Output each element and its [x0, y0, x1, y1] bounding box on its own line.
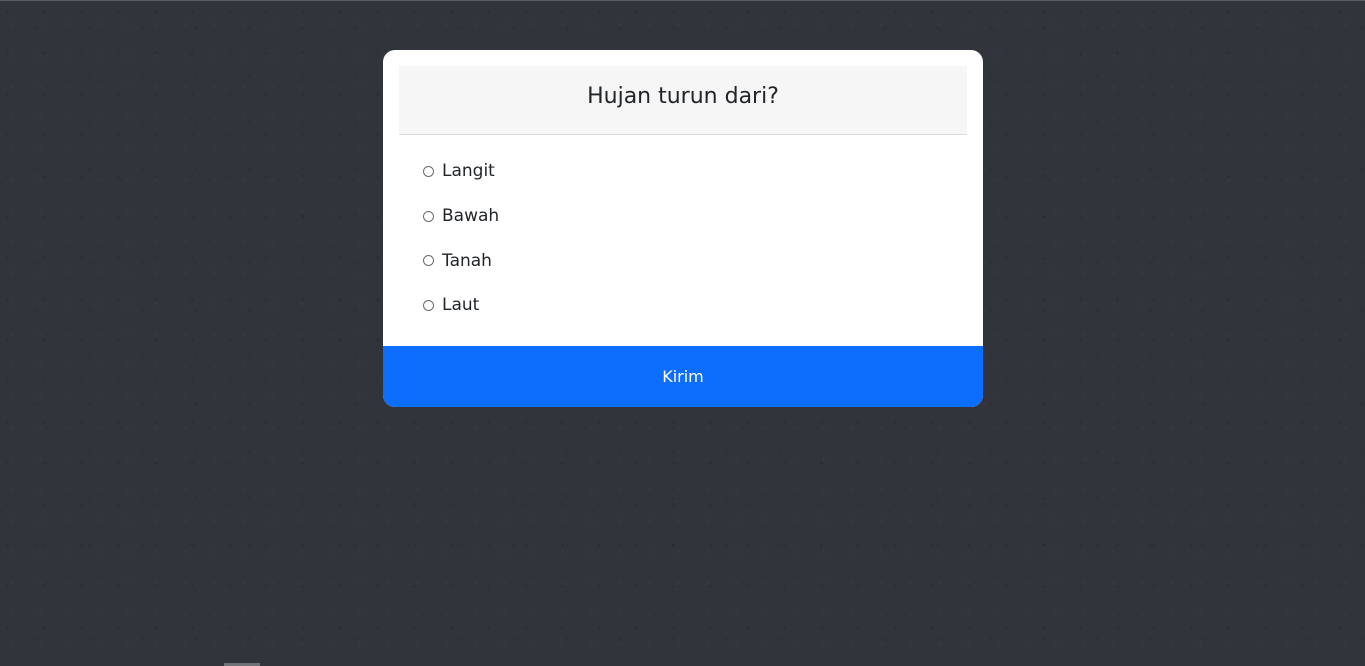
radio-button[interactable] [423, 165, 434, 177]
option-label: Langit [442, 161, 495, 182]
option-label: Laut [442, 295, 480, 316]
option-bawah[interactable]: Bawah [423, 199, 499, 244]
submit-button[interactable]: Kirim [383, 346, 983, 407]
radio-button[interactable] [423, 255, 434, 267]
question-text: Hujan turun dari? [587, 83, 779, 109]
radio-button[interactable] [423, 210, 434, 222]
question-header: Hujan turun dari? [399, 66, 967, 135]
option-label: Tanah [442, 250, 492, 271]
quiz-card: Hujan turun dari? Langit Bawah Tanah Lau… [383, 50, 983, 407]
option-laut[interactable]: Laut [423, 288, 499, 333]
option-label: Bawah [442, 206, 500, 227]
option-tanah[interactable]: Tanah [423, 243, 499, 288]
option-langit[interactable]: Langit [423, 154, 499, 199]
window-top-border [0, 0, 1365, 1]
radio-button[interactable] [423, 299, 434, 311]
answer-options: Langit Bawah Tanah Laut [423, 154, 499, 333]
